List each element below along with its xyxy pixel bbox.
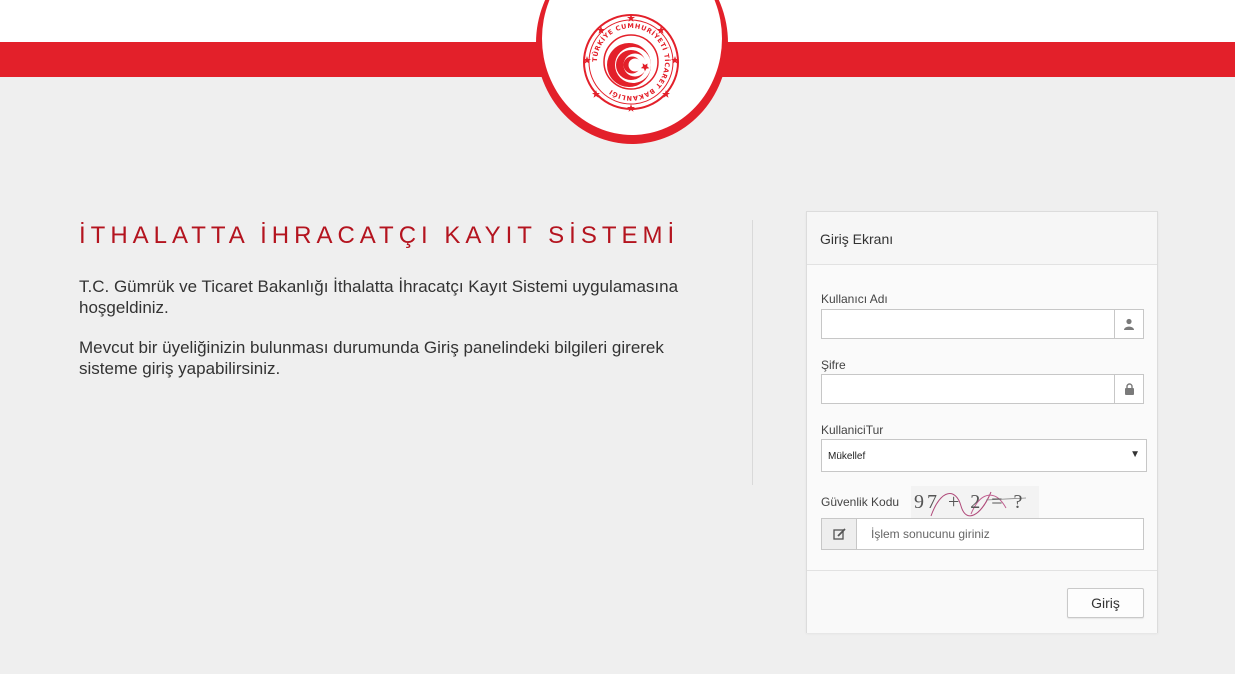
login-button[interactable]: Giriş <box>1067 588 1144 618</box>
ministry-seal-icon: TÜRKİYE CUMHURİYETİ TİCARET BAKANLIĞI <box>583 14 679 112</box>
login-panel-title: Giriş Ekranı <box>820 231 894 247</box>
usertype-select[interactable]: Mükellef ▼ <box>821 439 1147 472</box>
login-panel-header: Giriş Ekranı <box>807 212 1157 265</box>
username-label: Kullanıcı Adı <box>821 292 888 306</box>
password-field-group <box>821 374 1144 404</box>
instruction-text: Mevcut bir üyeliğinizin bulunması durumu… <box>79 338 664 378</box>
password-input[interactable] <box>822 375 1114 403</box>
login-panel-footer: Giriş <box>807 570 1157 633</box>
captcha-image: 97 + 2 = ? <box>911 486 1039 518</box>
chevron-down-icon: ▼ <box>1130 449 1140 460</box>
login-panel: Giriş Ekranı Kullanıcı Adı Şifre Kullani… <box>806 211 1158 633</box>
divider <box>752 220 753 485</box>
captcha-text: 97 + 2 = ? <box>914 491 1026 513</box>
username-input[interactable] <box>822 310 1114 338</box>
edit-icon <box>822 519 857 549</box>
usertype-label: KullaniciTur <box>821 423 884 437</box>
password-label: Şifre <box>821 358 846 372</box>
captcha-field-group <box>821 518 1144 550</box>
page-title: İTHALATTA İHRACATÇI KAYIT SİSTEMİ <box>79 222 680 249</box>
username-field-group <box>821 309 1144 339</box>
usertype-selected-value: Mükellef <box>828 451 866 462</box>
welcome-text: T.C. Gümrük ve Ticaret Bakanlığı İthalat… <box>79 277 679 317</box>
captcha-input[interactable] <box>858 519 1143 549</box>
lock-icon <box>1114 375 1143 403</box>
captcha-label: Güvenlik Kodu <box>821 495 900 509</box>
user-icon <box>1114 310 1143 338</box>
